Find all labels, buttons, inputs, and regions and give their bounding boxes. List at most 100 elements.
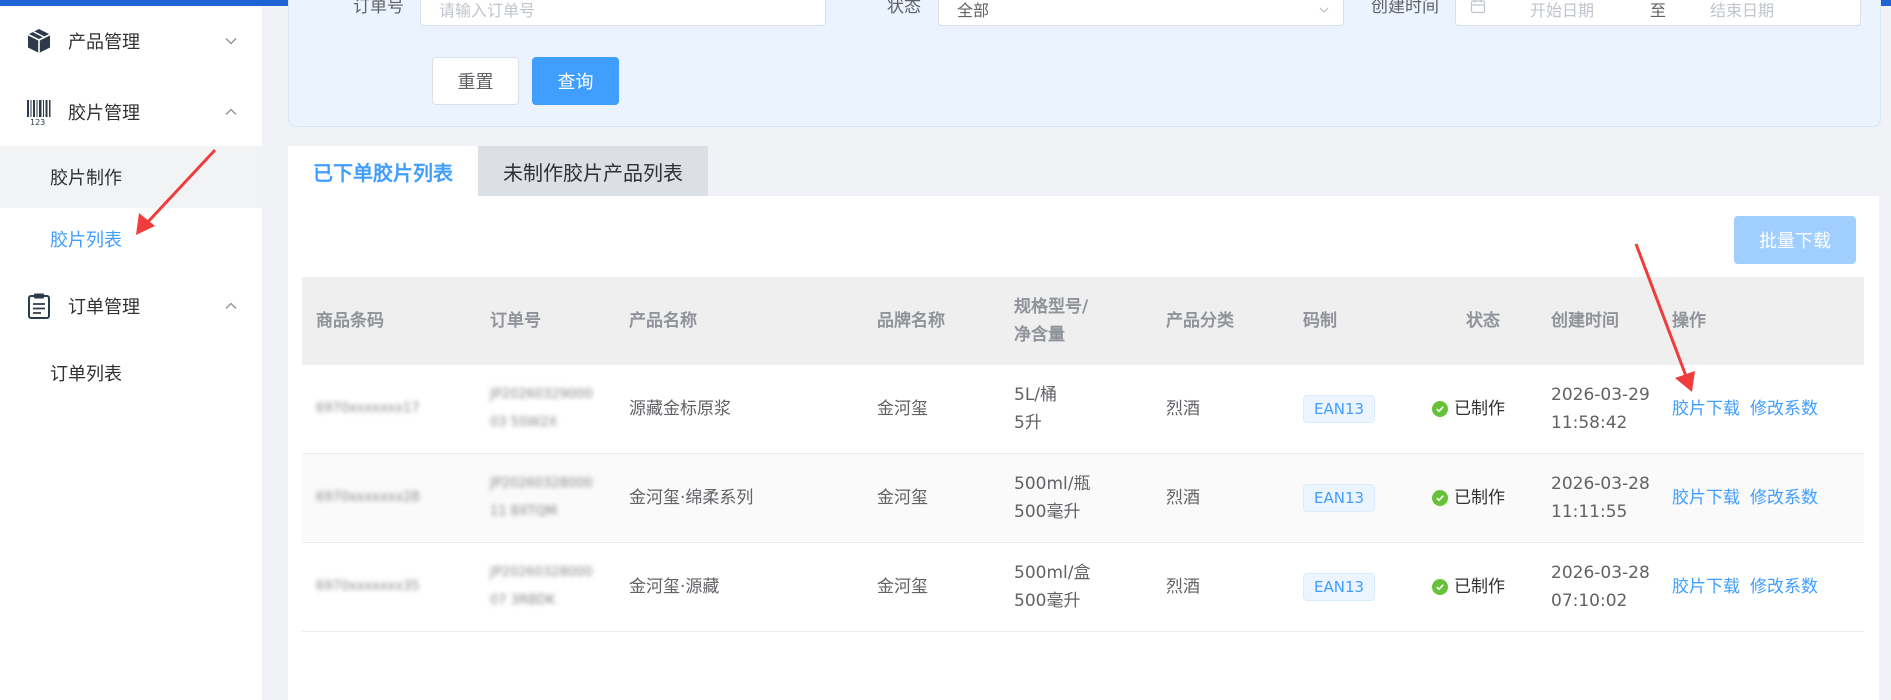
- sidebar-group-label: 产品管理: [68, 32, 140, 53]
- column-header: 产品分类: [1166, 311, 1234, 331]
- spec-value: 500ml/瓶: [1014, 474, 1091, 494]
- clipboard-icon: [24, 291, 54, 321]
- check-circle-icon: [1432, 490, 1448, 506]
- column-header: 产品名称: [629, 311, 697, 331]
- chevron-down-icon: [225, 38, 237, 45]
- column-header: 品牌名称: [877, 311, 945, 331]
- check-circle-icon: [1432, 579, 1448, 595]
- chevron-up-icon: [225, 108, 237, 115]
- created-date: 2026-03-29: [1551, 385, 1650, 405]
- tab-ordered-film-list[interactable]: 已下单胶片列表: [288, 146, 478, 196]
- spec-value: 500ml/盒: [1014, 563, 1091, 583]
- category-cell: 烈酒: [1166, 488, 1200, 508]
- actions-cell: 胶片下载 修改系数: [1672, 454, 1828, 542]
- code-type-tag: EAN13: [1303, 573, 1376, 601]
- tab-bar: 已下单胶片列表 未制作胶片产品列表: [288, 146, 708, 196]
- column-header: 订单号: [490, 311, 541, 331]
- status-text: 已制作: [1454, 399, 1505, 419]
- film-table: 商品条码 订单号 产品名称 品牌名称 规格型号/ 净含量 产品分类 码制 状态 …: [302, 277, 1864, 632]
- status-text: 已制作: [1454, 488, 1505, 508]
- sidebar-group-film[interactable]: 123 胶片管理: [0, 81, 262, 143]
- product-name-cell: 源藏金标原浆: [629, 399, 731, 419]
- code-type-tag: EAN13: [1303, 484, 1376, 512]
- chevron-down-icon: [1319, 7, 1329, 13]
- brand-cell: 金河玺: [877, 577, 928, 597]
- created-clock: 07:10:02: [1551, 591, 1628, 611]
- created-clock: 11:58:42: [1551, 413, 1628, 433]
- status-select[interactable]: 全部: [938, 0, 1344, 26]
- category-cell: 烈酒: [1166, 399, 1200, 419]
- status-label: 状态: [887, 0, 921, 17]
- column-header: 商品条码: [316, 311, 384, 331]
- table-row: 6970xxxxxxx35 JP2026032800007 3RBDK 金河玺·…: [302, 543, 1864, 632]
- status-cell: 已制作: [1432, 365, 1505, 453]
- brand-cell: 金河玺: [877, 399, 928, 419]
- film-download-link[interactable]: 胶片下载: [1672, 573, 1740, 601]
- sidebar-group-label: 胶片管理: [68, 103, 140, 124]
- table-header: 商品条码 订单号 产品名称 品牌名称 规格型号/ 净含量 产品分类 码制 状态 …: [302, 277, 1864, 365]
- start-date-placeholder: 开始日期: [1530, 1, 1595, 20]
- actions-cell: 胶片下载 修改系数: [1672, 543, 1828, 631]
- created-time-cell: 2026-03-29 11:58:42: [1551, 365, 1650, 453]
- status-text: 已制作: [1454, 577, 1505, 597]
- sidebar-item-order-list[interactable]: 订单列表: [0, 342, 262, 404]
- barcode-cell: 6970xxxxxxx28: [316, 490, 420, 505]
- created-time-cell: 2026-03-28 07:10:02: [1551, 543, 1650, 631]
- column-header: 规格型号/ 净含量: [1014, 297, 1089, 345]
- film-download-link[interactable]: 胶片下载: [1672, 484, 1740, 512]
- tab-unmade-film-products[interactable]: 未制作胶片产品列表: [478, 146, 708, 196]
- chevron-up-icon: [225, 302, 237, 309]
- order-number-input[interactable]: 请输入订单号: [420, 0, 826, 26]
- search-panel: 订单号 请输入订单号 状态 全部 创建时间 开始日期 至 结束日期 重置 查询: [288, 0, 1881, 127]
- sidebar-group-product[interactable]: 产品管理: [0, 10, 262, 72]
- table-row: 6970xxxxxxx28 JP2026032800011 8XTQM 金河玺·…: [302, 454, 1864, 543]
- svg-text:123: 123: [30, 118, 45, 126]
- order-number-cell: JP2026032900003 5SW2X: [490, 387, 593, 430]
- barcode-cell: 6970xxxxxxx17: [316, 401, 420, 416]
- product-name-cell: 金河玺·绵柔系列: [629, 488, 754, 508]
- table-row: 6970xxxxxxx17 JP2026032900003 5SW2X 源藏金标…: [302, 365, 1864, 454]
- barcode-cell: 6970xxxxxxx35: [316, 579, 420, 594]
- sidebar-group-label: 订单管理: [68, 297, 140, 318]
- sidebar-group-order[interactable]: 订单管理: [0, 275, 262, 337]
- sidebar-item-film-make[interactable]: 胶片制作: [0, 146, 262, 208]
- spec-cell: 500ml/盒 500毫升: [1014, 543, 1090, 631]
- film-download-link[interactable]: 胶片下载: [1672, 395, 1740, 423]
- order-number-label: 订单号: [353, 0, 404, 17]
- category-cell: 烈酒: [1166, 577, 1200, 597]
- check-circle-icon: [1432, 401, 1448, 417]
- column-header: 码制: [1303, 311, 1337, 331]
- created-time-label: 创建时间: [1371, 0, 1439, 17]
- sidebar-item-label: 胶片列表: [50, 230, 122, 251]
- date-separator: 至: [1650, 1, 1667, 20]
- order-number-cell: JP2026032800011 8XTQM: [490, 476, 593, 519]
- spec-cell: 500ml/瓶 500毫升: [1014, 454, 1090, 542]
- created-date: 2026-03-28: [1551, 563, 1650, 583]
- actions-cell: 胶片下载 修改系数: [1672, 365, 1828, 453]
- batch-download-button[interactable]: 批量下载: [1734, 216, 1856, 264]
- tab-content: 批量下载 商品条码 订单号 产品名称 品牌名称 规格型号/ 净含量 产品分类 码…: [288, 196, 1879, 700]
- modify-coefficient-link[interactable]: 修改系数: [1750, 484, 1818, 512]
- barcode-icon: 123: [24, 97, 54, 127]
- net-content-value: 5升: [1014, 413, 1042, 433]
- sidebar-item-film-list[interactable]: 胶片列表: [0, 208, 262, 270]
- created-date: 2026-03-28: [1551, 474, 1650, 494]
- sidebar: 产品管理 123 胶片管理 胶片制作 胶片列表 订单管理 订单列表: [0, 6, 262, 700]
- modify-coefficient-link[interactable]: 修改系数: [1750, 573, 1818, 601]
- brand-cell: 金河玺: [877, 488, 928, 508]
- spec-value: 5L/桶: [1014, 385, 1058, 405]
- cube-icon: [24, 26, 54, 56]
- column-header: 操作: [1672, 311, 1706, 331]
- query-button[interactable]: 查询: [532, 57, 619, 105]
- status-cell: 已制作: [1432, 454, 1505, 542]
- reset-button[interactable]: 重置: [432, 57, 519, 105]
- calendar-icon: [1470, 0, 1486, 25]
- column-header: 创建时间: [1551, 311, 1619, 331]
- order-number-cell: JP2026032800007 3RBDK: [490, 565, 593, 608]
- end-date-placeholder: 结束日期: [1710, 1, 1775, 20]
- modify-coefficient-link[interactable]: 修改系数: [1750, 395, 1818, 423]
- date-range-picker[interactable]: 开始日期 至 结束日期: [1455, 0, 1861, 26]
- net-content-value: 500毫升: [1014, 502, 1081, 522]
- code-type-cell: EAN13: [1303, 543, 1376, 631]
- status-select-value: 全部: [957, 1, 990, 20]
